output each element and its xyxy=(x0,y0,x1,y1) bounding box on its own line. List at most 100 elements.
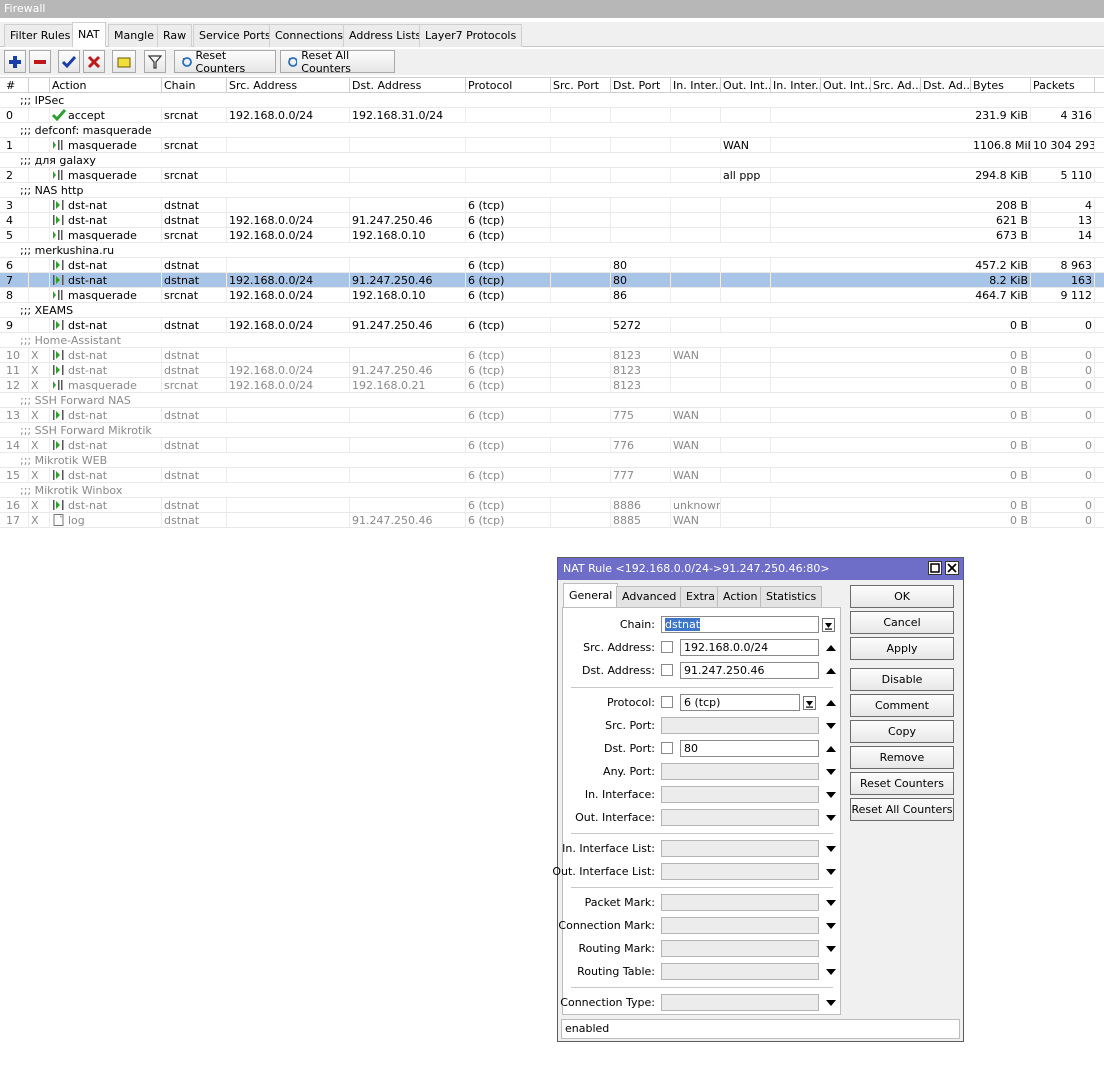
packet-mark-field[interactable] xyxy=(661,894,819,911)
table-row[interactable]: 0 accept srcnat 192.168.0.0/24 192.168.31.0/… xyxy=(0,108,1104,123)
protocol-invert-checkbox[interactable] xyxy=(661,696,673,708)
table-row[interactable]: 6 dst-nat dstnat 6 (tcp) 80 457.2 KiB 8 963 xyxy=(0,258,1104,273)
rule-comment[interactable]: ;;; для galaxy xyxy=(0,153,1104,168)
ok-button[interactable]: OK xyxy=(850,585,954,608)
disable-button[interactable]: Disable xyxy=(850,668,954,691)
rule-comment[interactable]: ;;; defconf: masquerade xyxy=(0,123,1104,138)
dialog-tab-advanced[interactable]: Advanced xyxy=(616,586,683,607)
rule-comment[interactable]: ;;; Mikrotik WEB xyxy=(0,453,1104,468)
maximize-icon[interactable] xyxy=(928,561,942,575)
col-chain-header[interactable]: Chain xyxy=(162,78,227,93)
tab-filter-rules[interactable]: Filter Rules xyxy=(4,24,77,47)
expand-icon[interactable] xyxy=(824,996,837,1010)
table-row[interactable]: 10 Xdst-nat dstnat 6 (tcp) 8123 WAN 0 B0 xyxy=(0,348,1104,363)
table-row[interactable]: 1 masquerade srcnat WAN 1106.8 MiB 10 304 293 xyxy=(0,138,1104,153)
table-row[interactable]: 12 Xmasquerade srcnat 192.168.0.0/24 192.168… xyxy=(0,378,1104,393)
tab-service-ports[interactable]: Service Ports xyxy=(193,24,277,47)
table-row[interactable]: 3 dst-nat dstnat 6 (tcp) 208 B4 xyxy=(0,198,1104,213)
col-protocol-header[interactable]: Protocol xyxy=(466,78,551,93)
col-dst-port-header[interactable]: Dst. Port xyxy=(611,78,671,93)
enable-button[interactable] xyxy=(58,50,80,73)
expand-icon[interactable] xyxy=(824,865,837,879)
tab-raw[interactable]: Raw xyxy=(157,24,193,47)
tab-layer7-protocols[interactable]: Layer7 Protocols xyxy=(419,24,523,47)
col-in-interface-2-header[interactable]: In. Inter... xyxy=(771,78,821,93)
protocol-select[interactable]: 6 (tcp) xyxy=(680,694,800,711)
reset-counters-button[interactable]: Reset Counters xyxy=(174,49,276,75)
table-row[interactable]: 15 Xdst-nat dstnat 6 (tcp) 777 WAN 0 B0 xyxy=(0,468,1104,483)
col-number-header[interactable]: # xyxy=(4,78,29,93)
col-dst-address-list-header[interactable]: Dst. Ad... xyxy=(921,78,971,93)
col-action-header[interactable]: Action xyxy=(50,78,162,93)
collapse-icon[interactable] xyxy=(824,664,837,678)
rule-comment[interactable]: ;;; Home-Assistant xyxy=(0,333,1104,348)
table-row[interactable]: 11 Xdst-nat dstnat 192.168.0.0/24 91.247.250… xyxy=(0,363,1104,378)
chevron-down-icon[interactable] xyxy=(822,618,835,632)
tab-address-lists[interactable]: Address Lists xyxy=(343,24,428,47)
col-src-address-header[interactable]: Src. Address xyxy=(227,78,350,93)
disable-button[interactable] xyxy=(83,50,105,73)
reset-counters-button[interactable]: Reset Counters xyxy=(850,772,954,795)
expand-icon[interactable] xyxy=(824,942,837,956)
col-out-interface-header[interactable]: Out. Int... xyxy=(721,78,771,93)
expand-icon[interactable] xyxy=(824,842,837,856)
rule-comment[interactable]: ;;; XEAMS xyxy=(0,303,1104,318)
chevron-down-icon[interactable] xyxy=(803,696,816,710)
routing-mark-field[interactable] xyxy=(661,940,819,957)
dst-port-field[interactable]: 80 xyxy=(680,740,819,757)
table-row[interactable]: 16 Xdst-nat dstnat 6 (tcp) 8886 unknown 0 B0 xyxy=(0,498,1104,513)
dialog-tab-statistics[interactable]: Statistics xyxy=(760,586,823,607)
chain-select[interactable]: dstnat xyxy=(661,616,819,633)
src-port-field[interactable] xyxy=(661,717,819,734)
comment-button[interactable] xyxy=(112,50,136,73)
table-row[interactable]: 2 masquerade srcnat all ppp 294.8 KiB 5 110 xyxy=(0,168,1104,183)
rule-comment[interactable]: ;;; SSH Forward NAS xyxy=(0,393,1104,408)
reset-all-counters-button[interactable]: Reset All Counters xyxy=(280,49,395,75)
expand-icon[interactable] xyxy=(824,719,837,733)
dst-address-field[interactable]: 91.247.250.46 xyxy=(680,662,819,679)
expand-icon[interactable] xyxy=(824,965,837,979)
dst-address-invert-checkbox[interactable] xyxy=(661,664,673,676)
table-row[interactable]: 5 masquerade srcnat 192.168.0.0/24 192.168.0… xyxy=(0,228,1104,243)
col-packets-header[interactable]: Packets xyxy=(1031,78,1095,93)
src-address-field[interactable]: 192.168.0.0/24 xyxy=(680,639,819,656)
table-row[interactable]: 8 masquerade srcnat 192.168.0.0/24 192.168.0… xyxy=(0,288,1104,303)
dialog-tab-extra[interactable]: Extra xyxy=(680,586,722,607)
tab-connections[interactable]: Connections xyxy=(269,24,349,47)
col-flags-header[interactable] xyxy=(29,78,50,93)
table-row[interactable]: 13 Xdst-nat dstnat 6 (tcp) 775 WAN 0 B0 xyxy=(0,408,1104,423)
dialog-tab-action[interactable]: Action xyxy=(717,586,764,607)
out-interface-field[interactable] xyxy=(661,809,819,826)
collapse-icon[interactable] xyxy=(824,696,837,710)
col-src-port-header[interactable]: Src. Port xyxy=(551,78,611,93)
table-row[interactable]: 4 dst-nat dstnat 192.168.0.0/24 91.247.250.4… xyxy=(0,213,1104,228)
col-src-address-list-header[interactable]: Src. Ad... xyxy=(871,78,921,93)
connection-type-field[interactable] xyxy=(661,994,819,1011)
cancel-button[interactable]: Cancel xyxy=(850,611,954,634)
collapse-icon[interactable] xyxy=(824,742,837,756)
in-interface-field[interactable] xyxy=(661,786,819,803)
connection-mark-field[interactable] xyxy=(661,917,819,934)
table-row[interactable]: 9 dst-nat dstnat 192.168.0.0/24 91.247.250.4… xyxy=(0,318,1104,333)
expand-icon[interactable] xyxy=(824,788,837,802)
rule-comment[interactable]: ;;; NAS http xyxy=(0,183,1104,198)
rule-comment[interactable]: ;;; IPSec xyxy=(0,93,1104,108)
dst-port-invert-checkbox[interactable] xyxy=(661,742,673,754)
out-interface-list-field[interactable] xyxy=(661,863,819,880)
src-address-invert-checkbox[interactable] xyxy=(661,641,673,653)
close-icon[interactable] xyxy=(945,561,959,575)
col-in-interface-header[interactable]: In. Inter... xyxy=(671,78,721,93)
rule-comment[interactable]: ;;; Mikrotik Winbox xyxy=(0,483,1104,498)
dialog-tab-general[interactable]: General xyxy=(563,583,619,608)
routing-table-field[interactable] xyxy=(661,963,819,980)
reset-all-counters-button[interactable]: Reset All Counters xyxy=(850,798,954,821)
col-dst-address-header[interactable]: Dst. Address xyxy=(350,78,466,93)
expand-icon[interactable] xyxy=(824,765,837,779)
col-out-interface-2-header[interactable]: Out. Int... xyxy=(821,78,871,93)
comment-button[interactable]: Comment xyxy=(850,694,954,717)
apply-button[interactable]: Apply xyxy=(850,637,954,660)
expand-icon[interactable] xyxy=(824,811,837,825)
col-bytes-header[interactable]: Bytes xyxy=(971,78,1031,93)
table-row[interactable]: 7 dst-nat dstnat 192.168.0.0/24 91.247.250.4… xyxy=(0,273,1104,288)
tab-nat[interactable]: NAT xyxy=(72,22,106,47)
